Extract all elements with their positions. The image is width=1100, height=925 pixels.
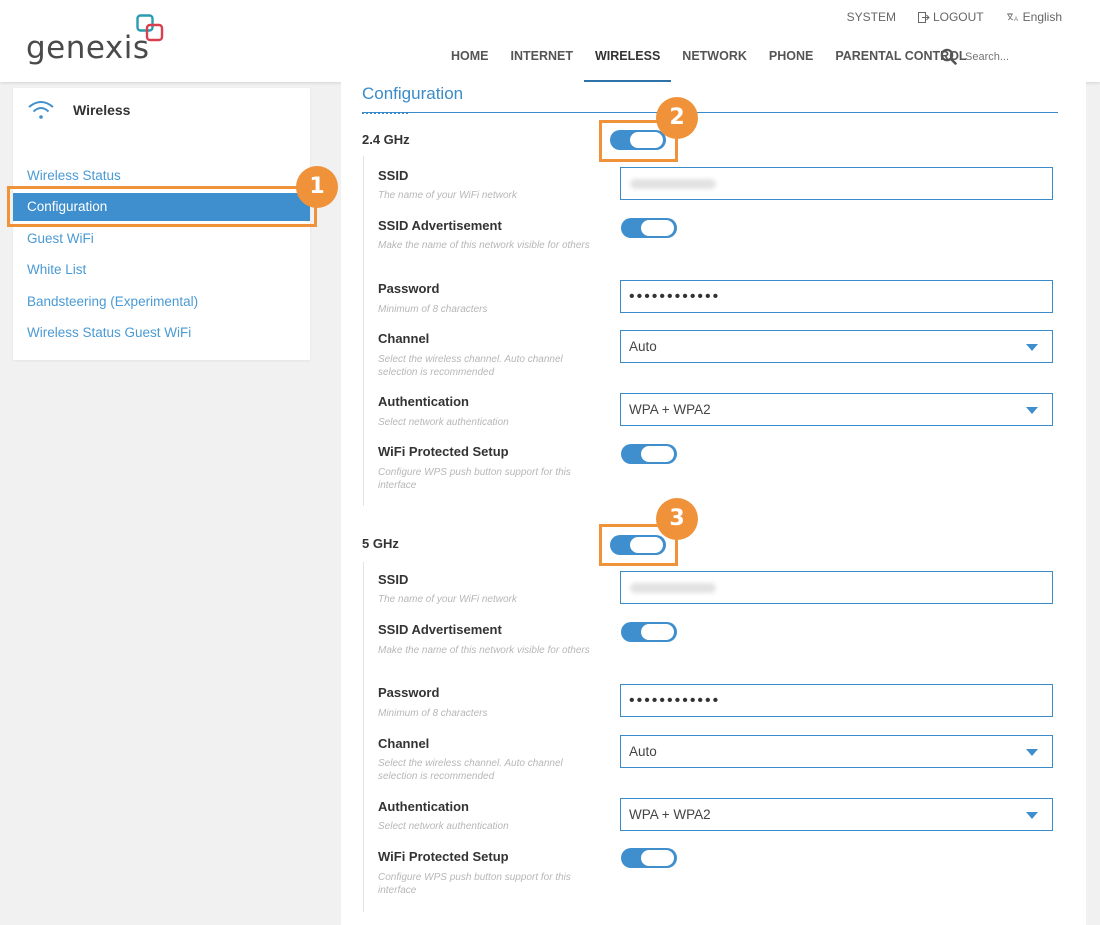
password-help: Minimum of 8 characters bbox=[378, 708, 488, 719]
authentication-value: WPA + WPA2 bbox=[629, 402, 711, 417]
main-nav: HOME INTERNET WIRELESS NETWORK PHONE PAR… bbox=[440, 47, 978, 82]
ssid-value-redacted bbox=[630, 179, 716, 189]
ssid-advertisement-label: SSID Advertisement bbox=[378, 218, 502, 233]
toggle-knob bbox=[641, 850, 674, 866]
ssid-input-2-4ghz[interactable] bbox=[620, 167, 1053, 200]
nav-network[interactable]: NETWORK bbox=[671, 47, 758, 82]
title-divider bbox=[362, 112, 1058, 113]
band-toggle-2-4ghz[interactable] bbox=[610, 130, 666, 150]
language-icon: A bbox=[1006, 13, 1018, 22]
sidebar-item-configuration[interactable]: Configuration bbox=[13, 193, 310, 221]
password-label: Password bbox=[378, 685, 440, 700]
toggle-knob bbox=[641, 446, 674, 462]
step-badge-1: 1 bbox=[296, 166, 338, 208]
ssid-advertisement-label: SSID Advertisement bbox=[378, 622, 502, 637]
nav-phone[interactable]: PHONE bbox=[758, 47, 824, 82]
wps-help: Configure WPS push button support for th… bbox=[378, 467, 571, 491]
search-input[interactable] bbox=[965, 50, 1055, 63]
language-label: English bbox=[1022, 10, 1062, 24]
authentication-value: WPA + WPA2 bbox=[629, 807, 711, 822]
authentication-label: Authentication bbox=[378, 799, 469, 814]
authentication-label: Authentication bbox=[378, 394, 469, 409]
language-selector[interactable]: A English bbox=[1006, 10, 1062, 24]
wps-toggle-5ghz[interactable] bbox=[621, 848, 677, 868]
nav-home[interactable]: HOME bbox=[440, 47, 500, 82]
password-label: Password bbox=[378, 281, 440, 296]
channel-select-2-4ghz[interactable]: Auto bbox=[620, 330, 1053, 363]
search-box bbox=[940, 48, 1055, 65]
band-label-2-4ghz: 2.4 GHz bbox=[362, 132, 410, 147]
sidebar: Wireless Wireless Status Configuration G… bbox=[13, 88, 310, 360]
channel-value: Auto bbox=[629, 744, 657, 759]
authentication-select-2-4ghz[interactable]: WPA + WPA2 bbox=[620, 393, 1053, 426]
logout-link[interactable]: LOGOUT bbox=[917, 10, 984, 24]
ssid-advertisement-help: Make the name of this network visible fo… bbox=[378, 645, 590, 656]
wps-label: WiFi Protected Setup bbox=[378, 444, 509, 459]
wps-help: Configure WPS push button support for th… bbox=[378, 872, 571, 896]
header: genexis SYSTEM LOGOUT A English HOME INT… bbox=[0, 0, 1100, 82]
channel-label: Channel bbox=[378, 736, 430, 751]
toggle-knob bbox=[630, 537, 663, 553]
top-links: SYSTEM LOGOUT A English bbox=[847, 10, 1062, 24]
band-label-5ghz: 5 GHz bbox=[362, 536, 399, 551]
sidebar-header: Wireless bbox=[27, 98, 130, 122]
toggle-knob bbox=[641, 220, 674, 236]
page-title: Configuration bbox=[362, 84, 464, 103]
main-panel: Configuration 2.4 GHz SSID The name of y… bbox=[341, 82, 1086, 925]
dropdown-caret-icon bbox=[1026, 749, 1038, 756]
ssid-advertisement-toggle-5ghz[interactable] bbox=[621, 622, 677, 642]
ssid-advertisement-toggle-2-4ghz[interactable] bbox=[621, 218, 677, 238]
authentication-help: Select network authentication bbox=[378, 417, 509, 428]
step-badge-2: 2 bbox=[656, 97, 698, 139]
step-badge-3: 3 bbox=[656, 498, 698, 540]
authentication-select-5ghz[interactable]: WPA + WPA2 bbox=[620, 798, 1053, 831]
system-link[interactable]: SYSTEM bbox=[847, 10, 896, 24]
ssid-help: The name of your WiFi network bbox=[378, 594, 517, 605]
band-group-line bbox=[363, 156, 364, 506]
nav-wireless[interactable]: WIRELESS bbox=[584, 47, 672, 82]
dropdown-caret-icon bbox=[1026, 812, 1038, 819]
sidebar-item-wireless-status[interactable]: Wireless Status bbox=[13, 162, 310, 190]
title-divider-accent bbox=[362, 112, 408, 114]
channel-select-5ghz[interactable]: Auto bbox=[620, 735, 1053, 768]
channel-label: Channel bbox=[378, 331, 430, 346]
password-input-2-4ghz[interactable]: •••••••••••• bbox=[620, 280, 1053, 313]
channel-help: Select the wireless channel. Auto channe… bbox=[378, 354, 563, 378]
ssid-value-redacted bbox=[630, 583, 716, 593]
sidebar-item-bandsteering[interactable]: Bandsteering (Experimental) bbox=[13, 288, 310, 316]
band-toggle-5ghz[interactable] bbox=[610, 535, 666, 555]
wps-toggle-2-4ghz[interactable] bbox=[621, 444, 677, 464]
logout-label: LOGOUT bbox=[932, 10, 984, 24]
ssid-advertisement-help: Make the name of this network visible fo… bbox=[378, 240, 590, 251]
dropdown-caret-icon bbox=[1026, 407, 1038, 414]
ssid-input-5ghz[interactable] bbox=[620, 571, 1053, 604]
ssid-label: SSID bbox=[378, 572, 409, 587]
search-icon[interactable] bbox=[940, 48, 957, 65]
sidebar-item-white-list[interactable]: White List bbox=[13, 256, 310, 284]
wps-label: WiFi Protected Setup bbox=[378, 849, 509, 864]
password-help: Minimum of 8 characters bbox=[378, 304, 488, 315]
password-input-5ghz[interactable]: •••••••••••• bbox=[620, 684, 1053, 717]
wifi-icon bbox=[28, 101, 54, 119]
sidebar-item-wireless-status-guest-wifi[interactable]: Wireless Status Guest WiFi bbox=[13, 319, 310, 347]
toggle-knob bbox=[630, 132, 663, 148]
nav-internet[interactable]: INTERNET bbox=[500, 47, 585, 82]
dropdown-caret-icon bbox=[1026, 344, 1038, 351]
toggle-knob bbox=[641, 624, 674, 640]
sidebar-item-guest-wifi[interactable]: Guest WiFi bbox=[13, 225, 310, 253]
channel-help: Select the wireless channel. Auto channe… bbox=[378, 758, 563, 782]
channel-value: Auto bbox=[629, 339, 657, 354]
authentication-help: Select network authentication bbox=[378, 821, 509, 832]
logout-icon bbox=[917, 11, 930, 23]
sidebar-title: Wireless bbox=[73, 102, 131, 118]
band-group-line bbox=[363, 562, 364, 912]
ssid-label: SSID bbox=[378, 168, 409, 183]
ssid-help: The name of your WiFi network bbox=[378, 190, 517, 201]
svg-text:A: A bbox=[1014, 17, 1018, 22]
logo-mark-icon bbox=[136, 14, 164, 42]
logo-text: genexis bbox=[26, 30, 150, 66]
